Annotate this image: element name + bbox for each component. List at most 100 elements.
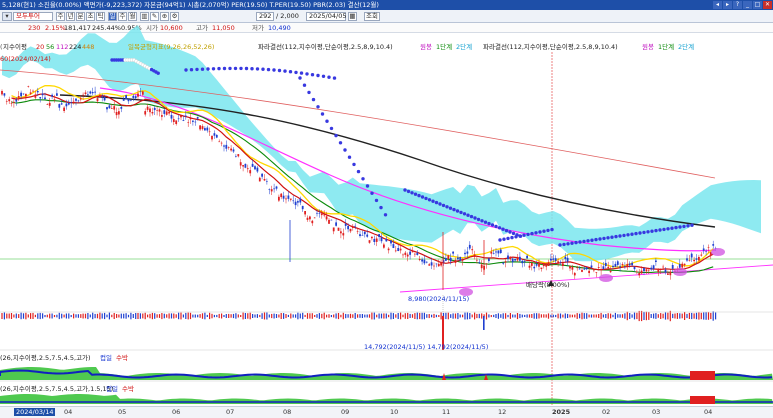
candle-body: [356, 231, 359, 232]
macd1-tag-0: 컵일: [100, 354, 112, 362]
volume-bar: [118, 314, 120, 318]
candle-body: [232, 149, 235, 152]
candle-body: [125, 95, 127, 100]
volume-bar: [488, 314, 490, 318]
volume-bar: [636, 312, 638, 320]
indicator-legend-row: ( 지수이평 20 56 112 224 448 일목균형지표(9,26,26,…: [0, 42, 773, 52]
candle-body: [466, 251, 469, 254]
volume-bar: [18, 314, 20, 318]
volume-bar: [688, 312, 690, 319]
volume-bar: [311, 313, 313, 319]
candle-body: [8, 99, 11, 102]
candle-body: [538, 263, 540, 267]
volume-bar: [144, 312, 146, 320]
parabolic-dot: [511, 231, 516, 236]
volume-bar: [626, 311, 628, 321]
volume-bar: [459, 314, 461, 318]
date-tick-8: 11: [442, 408, 451, 416]
parabolic-dot: [498, 238, 502, 242]
volume-bar: [552, 314, 554, 318]
candle-body: [153, 107, 156, 111]
candle-body: [542, 263, 545, 267]
candle-body: [72, 100, 75, 102]
parabolic-dot: [321, 74, 326, 79]
candle-body: [464, 252, 466, 255]
parabolic-dot: [298, 76, 302, 80]
parabolic-dot: [406, 189, 411, 194]
volume-bar: [89, 314, 91, 318]
candle-body: [301, 205, 304, 210]
candle-body: [495, 251, 497, 253]
candle-body: [523, 261, 526, 262]
candle-body: [220, 142, 223, 144]
parabolic-dot: [504, 228, 509, 233]
ichimoku-label: 일목균형지표(9,26,26,52,26): [128, 43, 215, 51]
ma-period-224: 224: [69, 43, 82, 51]
wave1-label: 파라결선(112,지수이평,단순이평,2.5,8,9,10.4): [258, 43, 393, 51]
parabolic-dot: [502, 237, 506, 241]
candle-body: [20, 92, 22, 97]
volume-bar: [278, 314, 280, 318]
candle-body: [218, 141, 221, 143]
volume-bar: [247, 313, 249, 319]
parabolic-dot: [239, 66, 243, 71]
volume-bar: [189, 312, 192, 320]
parabolic-dot: [574, 240, 578, 245]
volume-bar: [705, 312, 707, 320]
volume-bar: [30, 313, 32, 319]
candle-body: [406, 254, 409, 257]
candle-body: [41, 93, 44, 96]
volume-bar: [531, 314, 533, 318]
parabolic-dot: [250, 67, 254, 71]
volume-bar: [657, 314, 659, 318]
date-axis[interactable]: 2024/03/14 04 05 06 07 08 09 10 11 12 2025 02 03 04: [0, 406, 773, 418]
volume-bar: [617, 314, 619, 318]
candle-body: [320, 213, 323, 216]
parabolic-dot: [476, 217, 481, 222]
candle-body: [499, 249, 502, 253]
parabolic-dot: [666, 227, 670, 231]
volume-bar: [407, 312, 409, 319]
candle-body: [318, 213, 321, 214]
volume-bar: [684, 312, 686, 320]
candle-body: [58, 104, 61, 108]
volume-bar: [256, 314, 258, 318]
macd2-red-block: [690, 396, 715, 404]
candle-body: [196, 117, 199, 119]
candle-body: [146, 106, 149, 110]
volume-bar: [614, 312, 616, 320]
parabolic-dot: [483, 220, 488, 224]
candle-body: [118, 111, 120, 115]
volume-bar: [366, 314, 368, 318]
volume-bar: [395, 314, 397, 318]
candle-body: [287, 195, 290, 199]
volume-bar: [524, 314, 526, 317]
volume-bar: [340, 314, 342, 318]
volume-bar: [433, 313, 435, 318]
candle-body: [106, 107, 108, 110]
candle-body: [65, 103, 68, 107]
candle-body: [440, 262, 442, 266]
volume-bar: [316, 314, 318, 318]
candle-body: [399, 248, 402, 251]
ma-period-448: 448: [82, 43, 95, 51]
volume-bar: [664, 312, 667, 320]
parabolic-dot: [690, 223, 694, 227]
candle-body: [120, 107, 123, 109]
candle-body: [690, 253, 693, 258]
volume-bar: [328, 314, 330, 318]
parabolic-dot: [379, 205, 383, 210]
candle-body: [208, 131, 211, 133]
candle-body: [223, 145, 225, 147]
parabolic-dot: [356, 169, 361, 174]
candle-body: [79, 98, 82, 100]
volume-bar: [254, 314, 256, 318]
parabolic-dot: [455, 209, 460, 213]
volume-bar: [454, 313, 457, 319]
candle-body: [3, 93, 6, 96]
candle-body: [612, 265, 614, 267]
volume-bar: [497, 313, 499, 319]
volume-bar: [268, 314, 270, 318]
candle-body: [616, 261, 619, 265]
candle-body: [707, 247, 710, 248]
